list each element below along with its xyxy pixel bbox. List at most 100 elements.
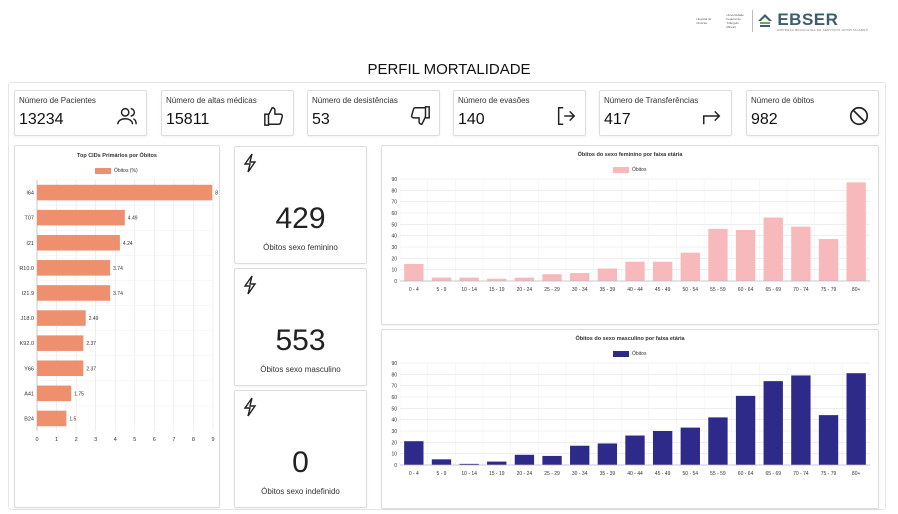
x-tick-label: 5 - 9: [436, 287, 446, 293]
y-tick-label: 40: [391, 234, 397, 240]
y-tick-label: B24: [24, 416, 34, 422]
bar: [37, 209, 125, 226]
y-tick-label: 60: [391, 211, 397, 217]
card-obitos-masculino[interactable]: 553 Óbitos sexo masculino: [234, 268, 367, 386]
x-tick-label: 55 - 59: [710, 287, 726, 293]
x-tick-label: 7: [172, 437, 175, 443]
cid-chart: 0 1 2 3 4 5 6 7 8 9 I64 8 T07 4.49 I21 4.24 R10.0 3.74 I21…: [19, 179, 218, 443]
bar: [37, 410, 67, 427]
data-label: 2.37: [86, 366, 96, 372]
y-tick-label: 90: [391, 177, 397, 183]
x-tick-label: 4: [114, 437, 117, 443]
y-tick-label: 50: [391, 222, 397, 228]
y-tick-label: 70: [391, 200, 397, 206]
kpi-pacientes[interactable]: Número de Pacientes 13234: [14, 90, 147, 136]
ebserh-logo-icon: [758, 14, 773, 27]
kpi-label: Número de Pacientes: [19, 96, 96, 105]
female-chart: 0 10 20 30 40 50 60 70 80 90 0 - 4 5 - 9 10 - 14 15 -…: [391, 177, 870, 293]
data-label: 4.24: [123, 241, 133, 247]
x-tick-label: 70 - 74: [793, 287, 809, 293]
bar: [37, 335, 84, 351]
x-tick-label: 8: [192, 437, 195, 443]
kpi-label: Número de desistências: [312, 96, 398, 105]
kpi-evasoes[interactable]: Número de evasões 140: [453, 90, 586, 136]
x-tick-label: 20 - 24: [517, 287, 533, 293]
x-tick-label: 50 - 54: [683, 287, 699, 293]
kpi-value: 417: [604, 111, 631, 128]
bar: [652, 261, 673, 281]
bar: [652, 431, 673, 465]
y-tick-label: 80: [391, 372, 397, 378]
x-tick-label: 45 - 49: [655, 471, 671, 477]
y-tick-label: I21: [26, 241, 34, 247]
x-tick-label: 65 - 69: [765, 471, 781, 477]
kpi-value: 15811: [166, 111, 210, 128]
data-label: 1.75: [74, 391, 84, 397]
logo-divider: [752, 10, 754, 32]
card-label: Óbitos sexo indefinido: [261, 487, 340, 496]
male-chart: 0 10 20 30 40 50 60 70 80 90 0 - 4 5 - 9 10 - 14 15 -…: [391, 361, 870, 477]
y-tick-label: R10.0: [19, 266, 34, 272]
bar: [791, 375, 811, 465]
kpi-value: 13234: [19, 111, 64, 128]
kpi-value: 982: [751, 111, 778, 128]
x-tick-label: 15 - 19: [489, 471, 505, 477]
y-tick-label: J18.0: [21, 316, 34, 322]
y-tick-label: 10: [391, 268, 397, 274]
bar: [37, 234, 120, 251]
x-tick-label: 9: [211, 437, 214, 443]
bar: [37, 184, 213, 201]
card-obitos-indefinido[interactable]: 0 Óbitos sexo indefinido: [234, 390, 367, 508]
x-tick-label: 30 - 34: [572, 471, 588, 477]
card-obitos-feminino[interactable]: 429 Óbitos sexo feminino: [234, 146, 367, 264]
kpi-altas-medicas[interactable]: Número de altas médicas 15811: [161, 90, 294, 136]
bar: [404, 441, 424, 465]
kpi-desistencias[interactable]: Número de desistências 53: [307, 90, 440, 136]
y-tick-label: A41: [24, 391, 34, 397]
thumbs-down-icon: [410, 106, 430, 125]
page-title: PERFIL MORTALIDADE: [367, 61, 531, 78]
bar: [514, 277, 535, 281]
card-value: 429: [275, 202, 326, 235]
x-tick-label: 70 - 74: [793, 471, 809, 477]
y-tick-label: K92.0: [20, 341, 34, 347]
bar: [570, 445, 590, 465]
bar: [708, 228, 728, 281]
bar: [597, 268, 618, 281]
bar: [680, 427, 700, 465]
y-tick-label: 40: [391, 418, 397, 424]
x-tick-label: 2: [75, 437, 78, 443]
ban-icon: [849, 106, 869, 126]
x-tick-label: 5: [133, 437, 136, 443]
x-tick-label: 40 - 44: [627, 471, 643, 477]
x-tick-label: 15 - 19: [489, 287, 505, 293]
bar: [763, 381, 783, 465]
lightning-icon: [243, 153, 257, 173]
users-icon: [117, 107, 137, 125]
x-tick-label: 20 - 24: [517, 471, 533, 477]
x-tick-label: 10 - 14: [461, 287, 477, 293]
bar: [431, 459, 452, 465]
y-tick-label: 30: [391, 245, 397, 251]
data-label: 4.49: [128, 216, 138, 222]
data-label: 2.37: [86, 341, 96, 347]
bar: [404, 264, 424, 281]
exit-icon: [557, 107, 576, 125]
bar: [735, 230, 756, 281]
kpi-value: 53: [312, 111, 330, 128]
bar: [625, 435, 645, 465]
x-tick-label: 45 - 49: [655, 287, 671, 293]
arrow-turn-right-icon: [703, 110, 721, 125]
y-tick-label: 10: [391, 452, 397, 458]
logo-subtitle: EMPRESA BRASILEIRA DE SERVIÇOS HOSPITALA…: [777, 27, 868, 32]
logo-text: EBSER EMPRESA BRASILEIRA DE SERVIÇOS HOS…: [777, 11, 868, 32]
bar: [431, 277, 452, 281]
y-tick-label: T07: [25, 216, 34, 222]
x-tick-label: 35 - 39: [600, 287, 616, 293]
kpi-transferencias[interactable]: Número de Transferências 417: [599, 90, 732, 136]
card-value: 0: [292, 446, 309, 479]
x-tick-label: 80+: [852, 287, 861, 293]
data-label: 1.5: [69, 416, 76, 422]
kpi-obitos[interactable]: Número de óbitos 982: [746, 90, 879, 136]
y-tick-label: 0: [394, 463, 397, 469]
